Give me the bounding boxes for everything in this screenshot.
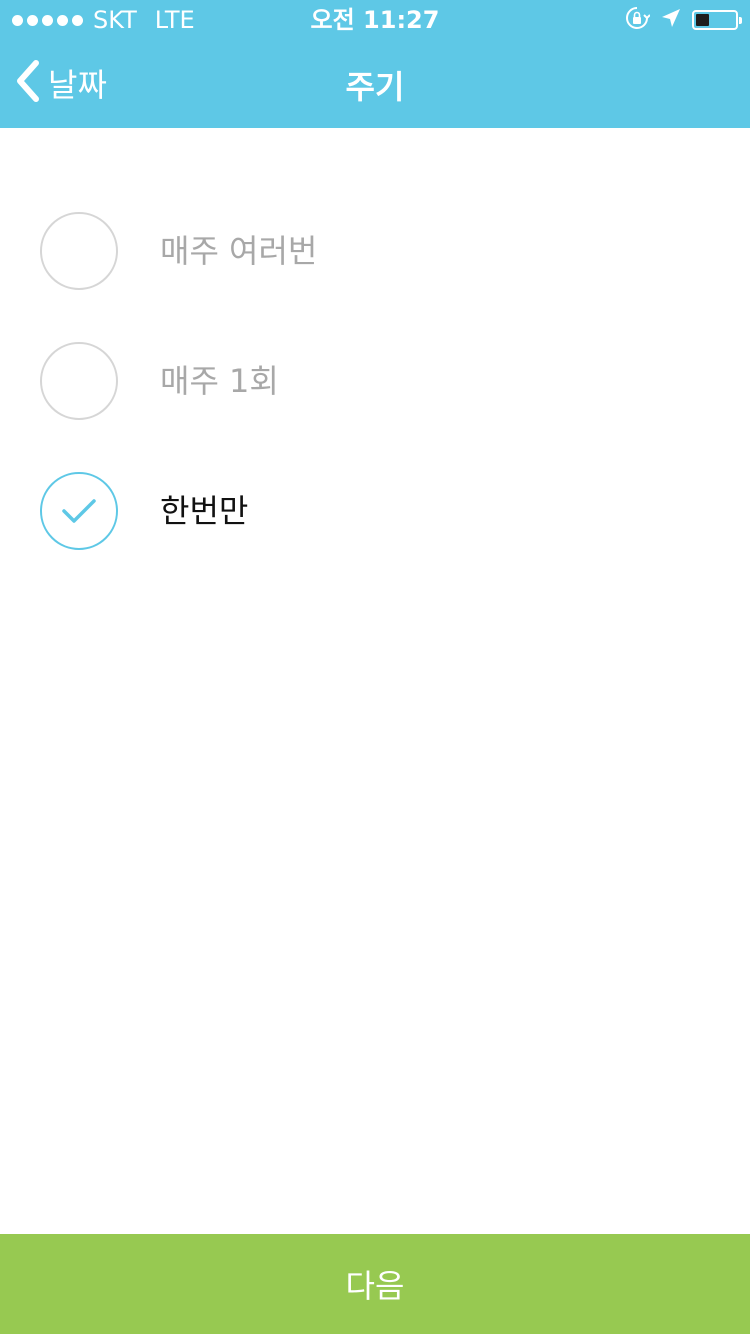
network-type: LTE	[154, 6, 195, 34]
screen: SKT LTE 오전 11:27 날짜 주기 매주 여러번 매주 1회 한번만 …	[0, 0, 750, 1334]
option-one-time[interactable]: 한번만	[0, 472, 750, 602]
status-right	[624, 5, 742, 35]
navigation-bar: 날짜 주기	[0, 40, 750, 128]
carrier-name: SKT	[93, 6, 137, 34]
radio-unchecked-icon[interactable]	[40, 212, 118, 290]
option-label: 매주 여러번	[160, 232, 318, 270]
next-button[interactable]: 다음	[0, 1234, 750, 1334]
signal-dots-icon	[12, 14, 83, 26]
chevron-left-icon	[14, 59, 42, 107]
radio-checked-icon[interactable]	[40, 472, 118, 550]
checkmark-icon	[62, 499, 96, 523]
back-label: 날짜	[48, 66, 107, 104]
battery-icon	[692, 10, 742, 30]
header: SKT LTE 오전 11:27 날짜 주기	[0, 0, 750, 128]
radio-unchecked-icon[interactable]	[40, 342, 118, 420]
location-arrow-icon	[660, 7, 682, 33]
option-label: 한번만	[160, 492, 249, 530]
status-left: SKT LTE	[12, 6, 195, 34]
rotation-lock-icon	[624, 5, 651, 35]
option-label: 매주 1회	[160, 362, 279, 400]
page-title: 주기	[345, 68, 405, 106]
option-once-weekly[interactable]: 매주 1회	[0, 342, 750, 472]
frequency-options: 매주 여러번 매주 1회 한번만	[0, 212, 750, 602]
option-multiple-weekly[interactable]: 매주 여러번	[0, 212, 750, 342]
back-button[interactable]: 날짜	[14, 58, 107, 108]
status-bar: SKT LTE 오전 11:27	[0, 0, 750, 40]
